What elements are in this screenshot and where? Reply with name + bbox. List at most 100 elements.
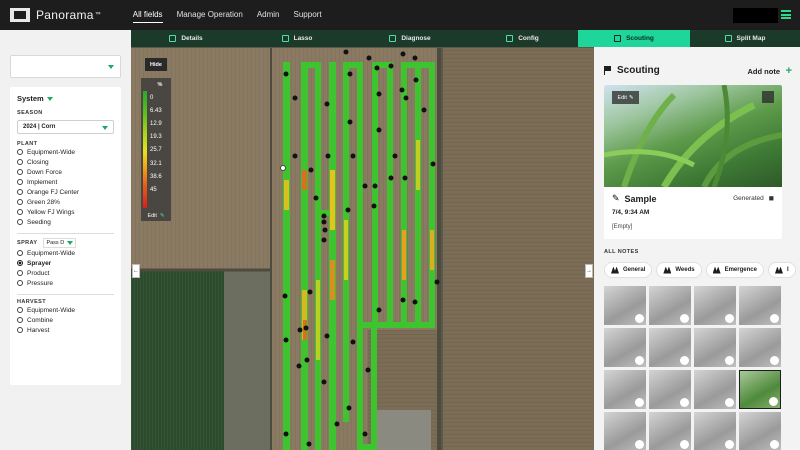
nav-manage-operation[interactable]: Manage Operation — [177, 7, 243, 23]
radio-button[interactable] — [17, 250, 23, 256]
tab-config[interactable]: Config — [467, 30, 578, 47]
radio-button[interactable] — [17, 219, 23, 225]
emergence-icon — [712, 266, 721, 274]
note-thumbnail[interactable] — [694, 328, 736, 367]
radio-button[interactable] — [17, 260, 23, 266]
harvest-option[interactable]: Combine — [17, 315, 114, 325]
add-note-button[interactable]: Add note — [748, 67, 781, 76]
edit-icon: ✎ — [628, 94, 634, 101]
expand-icon[interactable] — [762, 91, 774, 103]
season-select[interactable]: 2024 | Corn — [17, 120, 114, 134]
map-canvas[interactable] — [131, 30, 594, 450]
nav-support[interactable]: Support — [294, 7, 322, 23]
note-thumbnail[interactable] — [739, 412, 781, 450]
weeds-icon — [663, 266, 672, 274]
note-thumbnail[interactable] — [604, 328, 646, 367]
logo[interactable]: Panorama ™ — [10, 8, 101, 22]
plant-option[interactable]: Seeding — [17, 217, 114, 227]
legend-edit-label: Edit — [147, 212, 157, 219]
system-label: System — [17, 94, 44, 103]
legend-edit-button[interactable]: Edit ✎ — [141, 210, 171, 221]
plant-option[interactable]: Green 28% — [17, 197, 114, 207]
flag-icon — [614, 35, 622, 42]
filter-more[interactable]: I — [767, 262, 796, 278]
plant-option[interactable]: Implement — [17, 177, 114, 187]
radio-button[interactable] — [17, 327, 23, 333]
nav-admin[interactable]: Admin — [257, 7, 280, 23]
tab-scouting[interactable]: Scouting — [578, 30, 690, 47]
plant-option[interactable]: Closing — [17, 157, 114, 167]
tab-lasso[interactable]: Lasso — [241, 30, 353, 47]
radio-button[interactable] — [17, 179, 23, 185]
note-thumbnail-selected[interactable] — [739, 370, 781, 409]
radio-button[interactable] — [17, 307, 23, 313]
plant-option[interactable]: Down Force — [17, 167, 114, 177]
legend-hide-button[interactable]: Hide — [145, 58, 167, 71]
note-badge-icon — [725, 314, 734, 323]
photo-edit-button[interactable]: Edit ✎ — [612, 91, 639, 104]
collapse-right-button[interactable]: → — [585, 264, 593, 278]
note-thumbnail[interactable] — [604, 286, 646, 325]
sample-header: ✎ Sample Generated ◼ — [612, 193, 774, 204]
note-badge-icon — [725, 356, 734, 365]
note-badge-icon — [769, 397, 778, 406]
radio-button[interactable] — [17, 189, 23, 195]
spray-option[interactable]: Sprayer — [17, 258, 114, 268]
nav-all-fields[interactable]: All fields — [132, 7, 163, 23]
sample-card[interactable]: Edit ✎ ✎ Sample Generated ◼ 7/4, 9:34 AM… — [604, 85, 782, 239]
field-select[interactable] — [10, 55, 121, 78]
collapse-left-button[interactable]: ← — [132, 264, 140, 278]
menu-icon[interactable] — [781, 10, 791, 19]
spray-option[interactable]: Product — [17, 268, 114, 278]
tab-diagnose[interactable]: Diagnose — [353, 30, 467, 47]
note-thumbnail[interactable] — [649, 412, 691, 450]
radio-button[interactable] — [17, 209, 23, 215]
note-thumbnail[interactable] — [649, 286, 691, 325]
tab-details[interactable]: Details — [131, 30, 241, 47]
filter-label: I — [786, 267, 789, 273]
radio-button[interactable] — [17, 159, 23, 165]
note-thumbnail[interactable] — [604, 412, 646, 450]
filter-weeds[interactable]: Weeds — [656, 262, 702, 278]
filter-general[interactable]: General — [604, 262, 653, 278]
field-map[interactable] — [131, 30, 594, 450]
radio-button[interactable] — [17, 280, 23, 286]
note-thumbnail[interactable] — [739, 286, 781, 325]
chevron-down-icon — [46, 96, 53, 101]
filter-emergence[interactable]: Emergence — [705, 262, 764, 278]
radio-button[interactable] — [17, 270, 23, 276]
plant-option-label: Implement — [27, 178, 58, 186]
plus-icon[interactable]: + — [786, 65, 792, 77]
note-thumbnail[interactable] — [694, 412, 736, 450]
generated-label: Generated ◼ — [733, 194, 774, 202]
spray-option[interactable]: Pressure — [17, 278, 114, 288]
sample-photo[interactable]: Edit ✎ — [604, 85, 782, 189]
harvest-option[interactable]: Harvest — [17, 325, 114, 335]
left-sidebar: System SEASON 2024 | Corn PLANT Equipmen… — [0, 30, 131, 450]
note-thumbnail[interactable] — [649, 370, 691, 409]
plant-option[interactable]: Equipment-Wide — [17, 147, 114, 157]
radio-button[interactable] — [17, 169, 23, 175]
plant-option-label: Yellow FJ Wings — [27, 208, 75, 216]
all-notes-label: ALL NOTES — [604, 249, 639, 255]
tab-split-map[interactable]: Split Map — [690, 30, 800, 47]
crop-parcel — [131, 270, 224, 450]
spray-option[interactable]: Equipment-Wide — [17, 248, 114, 258]
radio-button[interactable] — [17, 317, 23, 323]
radio-button[interactable] — [17, 149, 23, 155]
plant-option[interactable]: Orange FJ Center — [17, 187, 114, 197]
note-thumbnail[interactable] — [604, 370, 646, 409]
harvest-option[interactable]: Equipment-Wide — [17, 305, 114, 315]
user-account-box[interactable] — [733, 8, 778, 23]
note-badge-icon — [725, 440, 734, 449]
note-thumbnail[interactable] — [649, 328, 691, 367]
note-thumbnail[interactable] — [739, 328, 781, 367]
more-icon — [774, 266, 783, 274]
system-dropdown[interactable]: System — [17, 94, 114, 103]
pass-select[interactable]: Pass D — [43, 238, 77, 248]
filter-label: Weeds — [675, 267, 695, 273]
note-thumbnail[interactable] — [694, 286, 736, 325]
note-thumbnail[interactable] — [694, 370, 736, 409]
plant-option[interactable]: Yellow FJ Wings — [17, 207, 114, 217]
radio-button[interactable] — [17, 199, 23, 205]
